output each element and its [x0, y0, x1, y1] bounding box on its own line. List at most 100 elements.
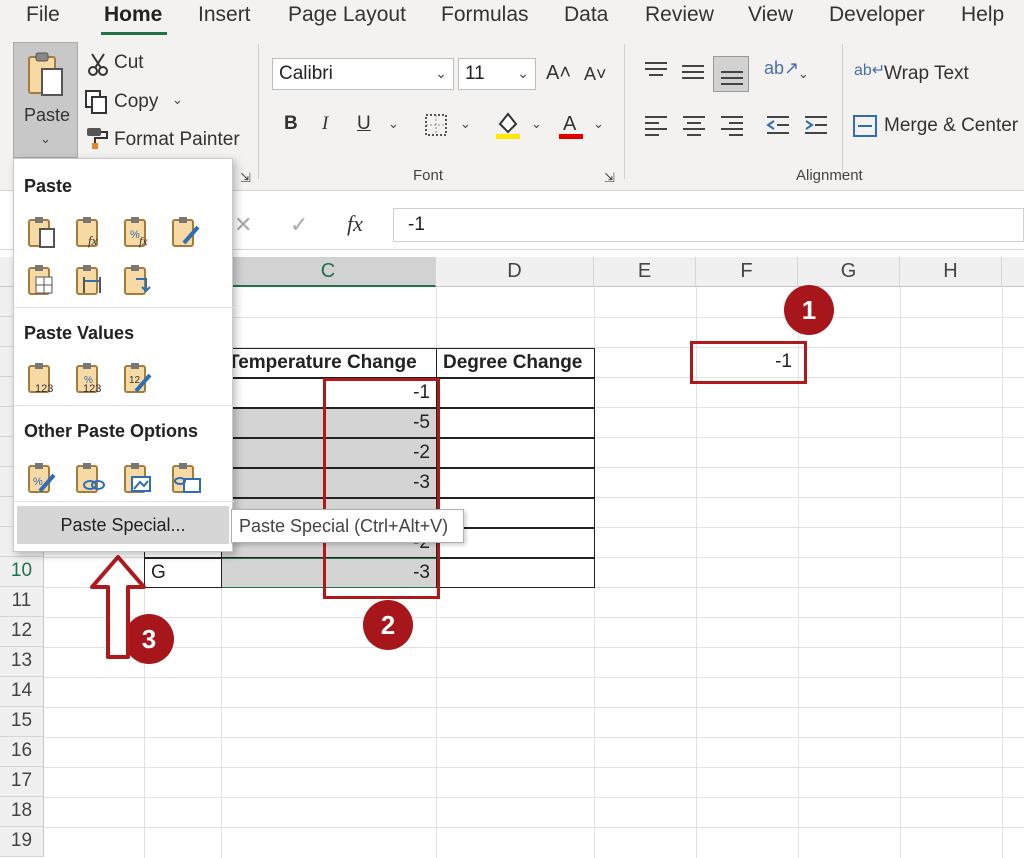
paste-special-menu-item[interactable]: Paste Special...: [17, 506, 229, 544]
tab-file[interactable]: File: [26, 3, 60, 27]
paste-transpose-icon[interactable]: [122, 263, 154, 297]
decrease-font-icon[interactable]: A˅: [584, 64, 607, 85]
paste-button[interactable]: Paste ⌄: [13, 42, 78, 158]
paste-values-icon[interactable]: 123: [26, 361, 58, 395]
row-header-12[interactable]: 12: [0, 617, 44, 647]
row-header-15[interactable]: 15: [0, 707, 44, 737]
tab-insert[interactable]: Insert: [198, 3, 251, 27]
scissors-icon: [88, 53, 108, 76]
tab-help[interactable]: Help: [961, 3, 1004, 27]
chevron-down-icon[interactable]: ⌄: [593, 116, 604, 132]
chevron-down-icon[interactable]: ⌄: [798, 66, 809, 82]
chevron-down-icon[interactable]: ⌄: [172, 92, 183, 108]
borders-icon[interactable]: [424, 113, 448, 137]
column-header-f[interactable]: F: [696, 257, 798, 287]
row-header-10[interactable]: 10: [0, 557, 44, 587]
row-header-18[interactable]: 18: [0, 797, 44, 827]
data-cell-d[interactable]: [436, 438, 595, 468]
paste-values-source-formatting-icon[interactable]: 12: [122, 361, 154, 395]
align-top-icon[interactable]: [643, 60, 669, 80]
align-middle-icon[interactable]: [680, 62, 706, 82]
tab-data[interactable]: Data: [564, 3, 608, 27]
tab-formulas[interactable]: Formulas: [441, 3, 529, 27]
font-color-icon[interactable]: A: [557, 110, 585, 140]
column-header-d[interactable]: D: [436, 257, 594, 287]
column-header-e[interactable]: E: [594, 257, 696, 287]
underline-button[interactable]: U: [357, 113, 371, 135]
column-header-g[interactable]: G: [798, 257, 900, 287]
paste-no-borders-icon[interactable]: [26, 263, 58, 297]
italic-button[interactable]: I: [322, 113, 328, 135]
align-right-icon[interactable]: [719, 114, 745, 136]
align-center-icon[interactable]: [681, 114, 707, 136]
paste-values-number-format-icon[interactable]: %123: [74, 361, 106, 395]
tab-home[interactable]: Home: [104, 3, 162, 27]
row-header-13[interactable]: 13: [0, 647, 44, 677]
paste-keep-column-widths-icon[interactable]: [74, 263, 106, 297]
tab-page-layout[interactable]: Page Layout: [288, 3, 406, 27]
header-cell-c[interactable]: Temperature Change: [221, 348, 437, 378]
paste-formatting-icon[interactable]: %: [26, 461, 58, 495]
column-header-c[interactable]: C: [221, 257, 436, 287]
dialog-launcher-icon[interactable]: ⇲: [604, 170, 615, 186]
grid-line: [44, 767, 1024, 768]
paste-icon[interactable]: [26, 215, 58, 249]
format-painter-button[interactable]: Format Painter: [114, 129, 240, 151]
data-cell-b[interactable]: G: [144, 558, 222, 588]
bold-button[interactable]: B: [284, 113, 298, 135]
grid-line: [44, 707, 1024, 708]
decrease-indent-icon[interactable]: [765, 114, 791, 136]
cut-button[interactable]: Cut: [114, 52, 144, 74]
column-header-i[interactable]: [1002, 257, 1024, 287]
orientation-icon[interactable]: ab↗: [764, 58, 799, 79]
font-group-label: Font: [413, 167, 444, 184]
fill-color-icon[interactable]: [494, 110, 522, 140]
align-bottom-button[interactable]: [713, 56, 749, 92]
menu-divider: [14, 405, 234, 406]
annotation-box-1: [690, 341, 807, 384]
tab-view[interactable]: View: [748, 3, 793, 27]
svg-text:123: 123: [35, 383, 53, 395]
copy-button[interactable]: Copy: [114, 91, 158, 113]
increase-font-icon[interactable]: A˄: [546, 62, 571, 85]
header-cell-d[interactable]: Degree Change: [436, 348, 595, 378]
row-header-14[interactable]: 14: [0, 677, 44, 707]
annotation-box-2: [323, 378, 440, 599]
grid-line: [44, 677, 1024, 678]
dialog-launcher-icon[interactable]: ⇲: [240, 170, 251, 186]
data-cell-d[interactable]: [436, 378, 595, 408]
font-name-select[interactable]: Calibri ⌄: [272, 58, 454, 90]
tab-review[interactable]: Review: [645, 3, 714, 27]
row-header-19[interactable]: 19: [0, 827, 44, 857]
column-header-h[interactable]: H: [900, 257, 1002, 287]
increase-indent-icon[interactable]: [803, 114, 829, 136]
chevron-down-icon[interactable]: ⌄: [460, 116, 471, 132]
confirm-icon[interactable]: ✓: [290, 212, 308, 238]
chevron-down-icon[interactable]: ⌄: [531, 116, 542, 132]
paste-picture-icon[interactable]: [122, 461, 154, 495]
data-cell-d[interactable]: [436, 468, 595, 498]
data-cell-d[interactable]: [436, 558, 595, 588]
paste-link-icon[interactable]: [74, 461, 106, 495]
tab-developer[interactable]: Developer: [829, 3, 925, 27]
formula-input[interactable]: -1: [393, 208, 1024, 242]
row-header-11[interactable]: 11: [0, 587, 44, 617]
cancel-icon[interactable]: ✕: [234, 212, 252, 238]
paste-label: Paste: [24, 105, 71, 125]
row-header-17[interactable]: 17: [0, 767, 44, 797]
data-cell-d[interactable]: [436, 408, 595, 438]
wrap-text-button[interactable]: Wrap Text: [884, 63, 969, 85]
arrow-up-icon: [90, 555, 146, 659]
grid-line: [44, 737, 1024, 738]
font-size-select[interactable]: 11 ⌄: [458, 58, 536, 90]
align-left-icon[interactable]: [643, 114, 669, 136]
paste-formulas-icon[interactable]: fx: [74, 215, 106, 249]
paste-keep-formatting-icon[interactable]: [170, 215, 202, 249]
merge-center-button[interactable]: Merge & Center: [884, 115, 1018, 137]
svg-text:123: 123: [83, 383, 101, 395]
row-header-16[interactable]: 16: [0, 737, 44, 767]
paste-formulas-number-format-icon[interactable]: % fx: [122, 215, 154, 249]
insert-function-icon[interactable]: fx: [347, 211, 363, 237]
chevron-down-icon[interactable]: ⌄: [388, 116, 399, 132]
paste-linked-picture-icon[interactable]: [170, 461, 202, 495]
